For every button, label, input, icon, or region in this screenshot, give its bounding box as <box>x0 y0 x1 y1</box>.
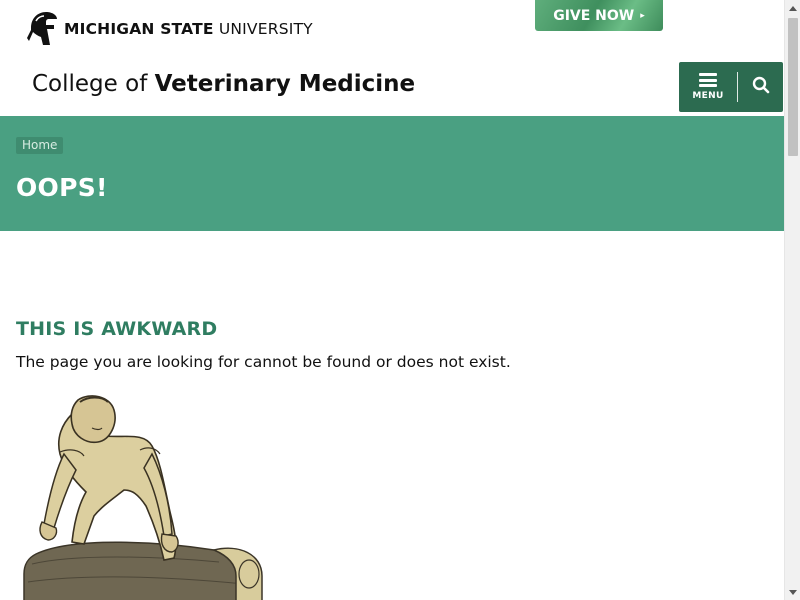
page: MICHIGAN STATE UNIVERSITY GIVE NOW ▸ Col… <box>0 0 784 600</box>
university-name-bold: MICHIGAN STATE <box>64 20 214 38</box>
error-message: The page you are looking for cannot be f… <box>16 353 511 371</box>
university-name-regular: UNIVERSITY <box>213 20 313 38</box>
chevron-down-icon[interactable] <box>785 584 800 600</box>
man-rolling-carpet-illustration <box>14 394 264 600</box>
university-wordmark: MICHIGAN STATE UNIVERSITY <box>64 20 313 38</box>
triangle-right-icon: ▸ <box>640 10 645 21</box>
give-now-label: GIVE NOW <box>553 7 635 24</box>
scrollbar-thumb[interactable] <box>788 18 798 156</box>
college-name: Veterinary Medicine <box>154 71 416 97</box>
breadcrumb-home[interactable]: Home <box>16 137 64 154</box>
msu-logo-link[interactable]: MICHIGAN STATE UNIVERSITY <box>27 11 313 47</box>
page-banner: Home OOPS! <box>0 116 784 231</box>
toolbar-divider <box>737 72 738 102</box>
search-button[interactable] <box>738 62 783 112</box>
give-now-button[interactable]: GIVE NOW ▸ <box>535 0 663 31</box>
menu-label: MENU <box>692 91 724 101</box>
error-heading: THIS IS AWKWARD <box>16 318 218 340</box>
college-prefix: College of <box>32 71 155 97</box>
vertical-scrollbar[interactable] <box>784 0 800 600</box>
spartan-helmet-icon <box>27 11 58 47</box>
search-icon <box>752 76 770 98</box>
chevron-up-icon[interactable] <box>785 0 800 16</box>
nav-toolbar: MENU <box>679 62 783 112</box>
college-title[interactable]: College of Veterinary Medicine <box>32 71 415 97</box>
hamburger-icon <box>699 73 717 87</box>
menu-button[interactable]: MENU <box>679 62 737 112</box>
page-title: OOPS! <box>16 173 108 202</box>
